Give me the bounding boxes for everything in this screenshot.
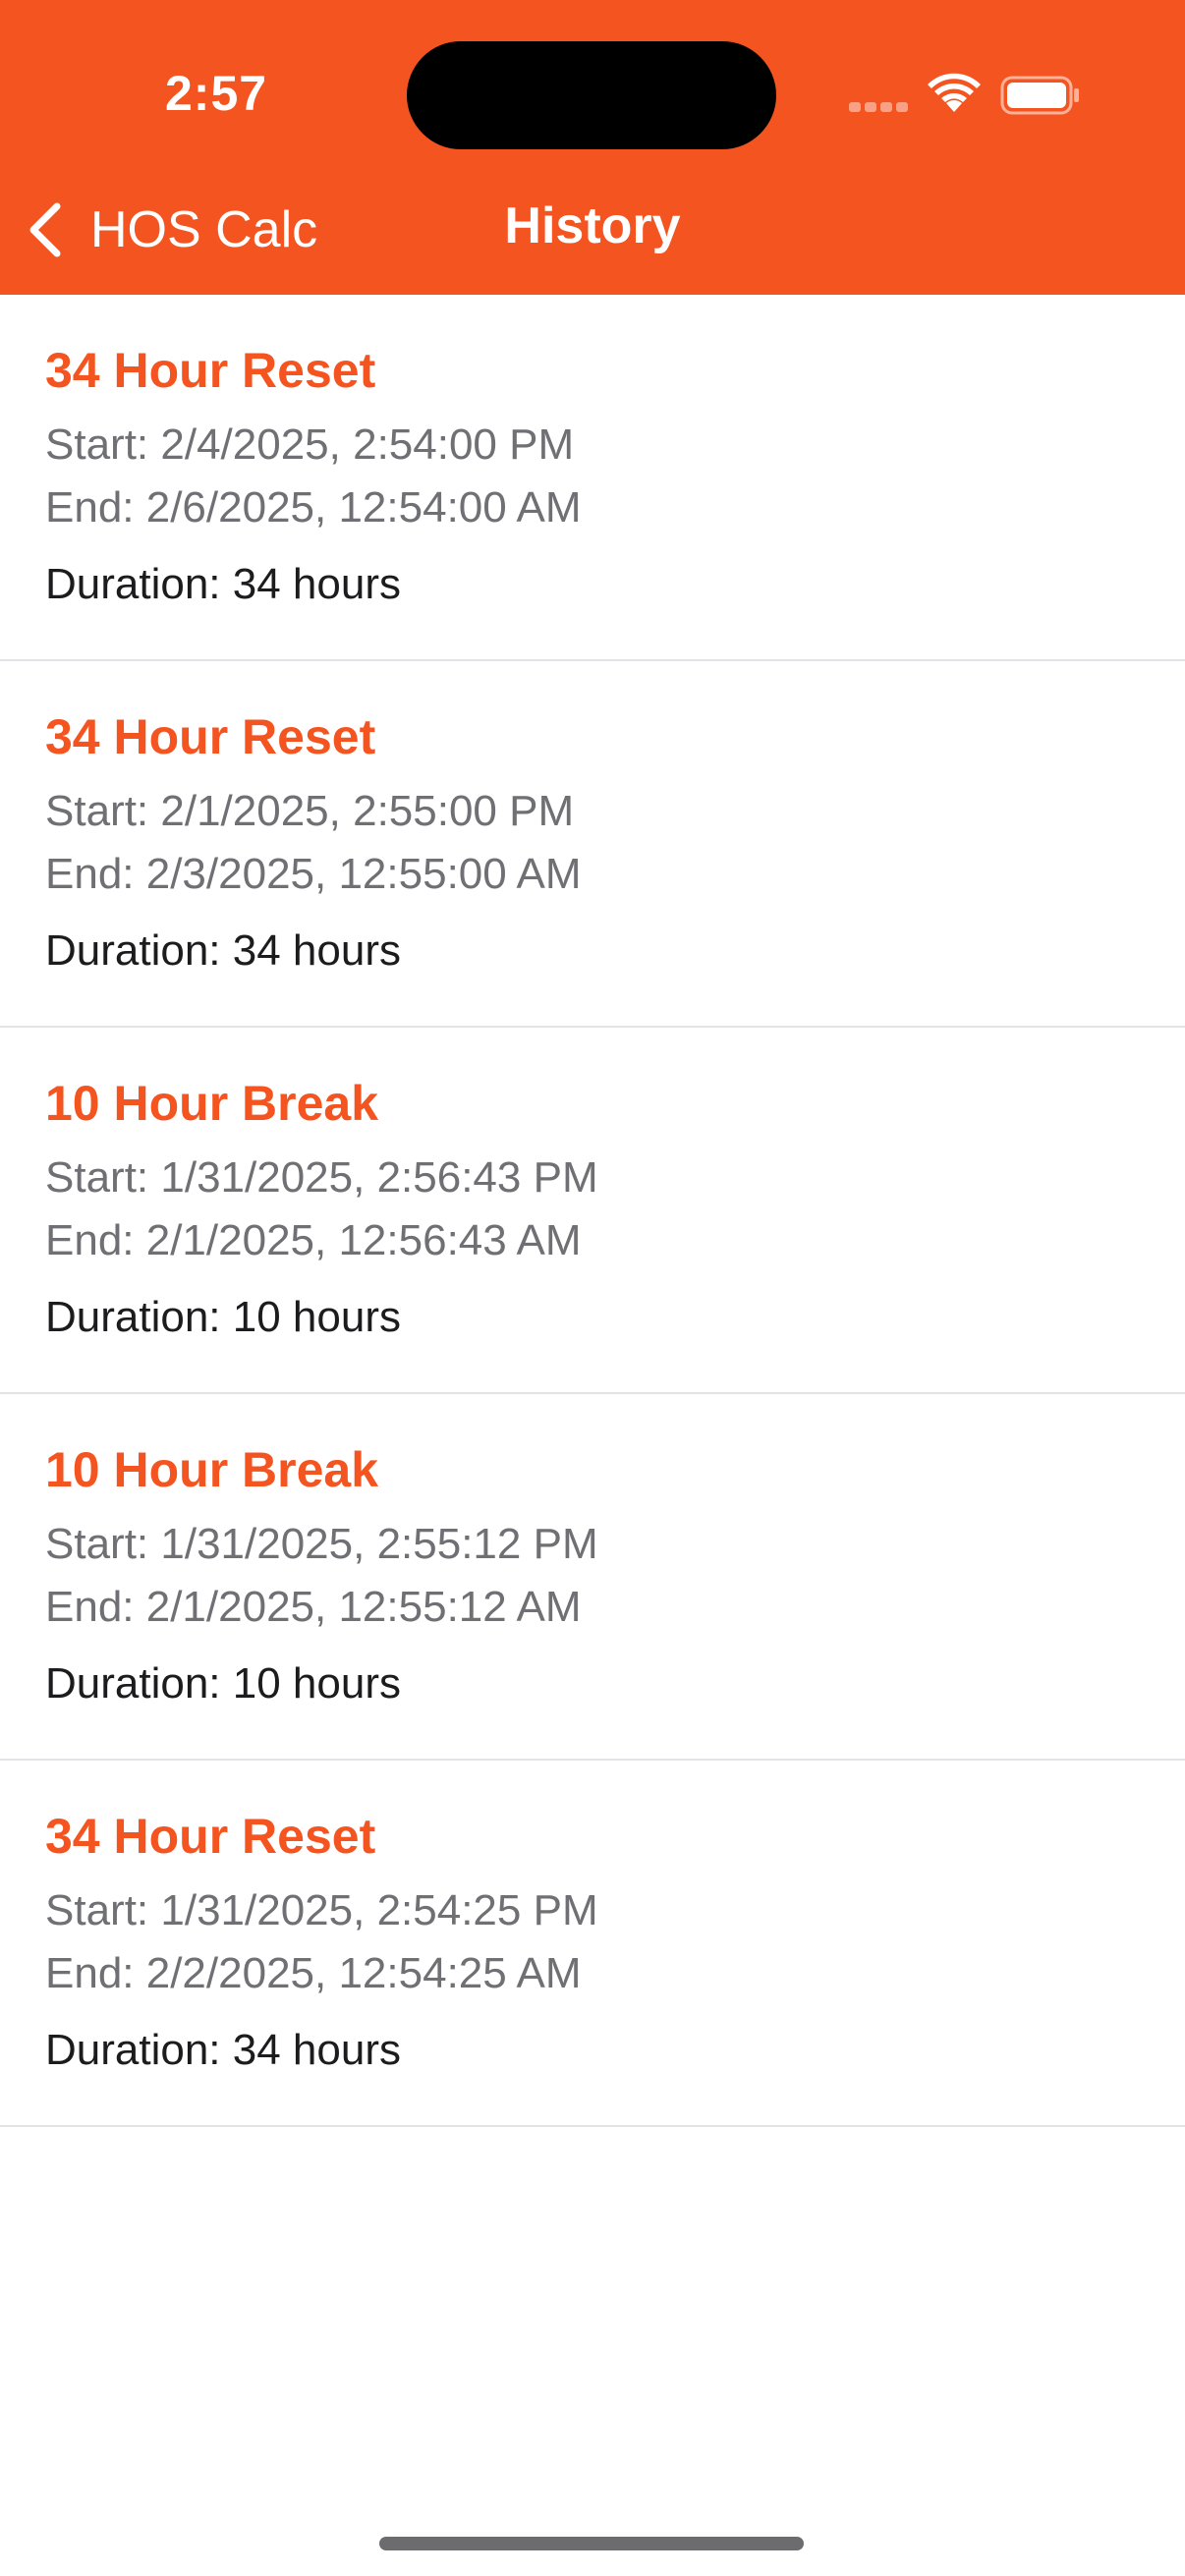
- battery-icon: [1000, 76, 1079, 115]
- history-list-item[interactable]: 10 Hour Break Start: 1/31/2025, 2:56:43 …: [0, 1028, 1185, 1394]
- navigation-header: 2:57 HOS Calc History: [0, 0, 1185, 295]
- history-item-duration: Duration: 34 hours: [45, 926, 401, 975]
- history-item-end: End: 2/1/2025, 12:56:43 AM: [45, 1216, 582, 1264]
- history-list: 34 Hour Reset Start: 2/4/2025, 2:54:00 P…: [0, 295, 1185, 2127]
- history-list-item[interactable]: 34 Hour Reset Start: 2/4/2025, 2:54:00 P…: [0, 295, 1185, 661]
- history-list-item[interactable]: 34 Hour Reset Start: 2/1/2025, 2:55:00 P…: [0, 661, 1185, 1028]
- home-indicator[interactable]: [379, 2537, 804, 2550]
- history-item-duration: Duration: 34 hours: [45, 2026, 401, 2074]
- dynamic-island: [407, 41, 776, 149]
- history-item-start: Start: 1/31/2025, 2:56:43 PM: [45, 1153, 598, 1202]
- cellular-signal-icon: [849, 102, 908, 114]
- history-item-duration: Duration: 34 hours: [45, 560, 401, 608]
- wifi-icon: [928, 73, 981, 112]
- history-item-start: Start: 2/4/2025, 2:54:00 PM: [45, 420, 575, 469]
- history-item-end: End: 2/1/2025, 12:55:12 AM: [45, 1583, 582, 1631]
- history-list-item[interactable]: 34 Hour Reset Start: 1/31/2025, 2:54:25 …: [0, 1761, 1185, 2127]
- status-bar-time: 2:57: [165, 66, 268, 121]
- history-item-title: 34 Hour Reset: [45, 709, 376, 764]
- history-item-end: End: 2/2/2025, 12:54:25 AM: [45, 1949, 582, 1997]
- history-item-title: 34 Hour Reset: [45, 343, 376, 398]
- history-item-duration: Duration: 10 hours: [45, 1659, 401, 1708]
- history-list-item[interactable]: 10 Hour Break Start: 1/31/2025, 2:55:12 …: [0, 1394, 1185, 1761]
- history-item-end: End: 2/6/2025, 12:54:00 AM: [45, 483, 582, 532]
- history-item-title: 34 Hour Reset: [45, 1809, 376, 1864]
- page-title: History: [504, 197, 681, 254]
- history-item-end: End: 2/3/2025, 12:55:00 AM: [45, 850, 582, 898]
- history-item-start: Start: 2/1/2025, 2:55:00 PM: [45, 787, 575, 835]
- history-item-start: Start: 1/31/2025, 2:55:12 PM: [45, 1520, 598, 1568]
- history-item-title: 10 Hour Break: [45, 1442, 379, 1497]
- history-item-duration: Duration: 10 hours: [45, 1293, 401, 1341]
- history-item-start: Start: 1/31/2025, 2:54:25 PM: [45, 1886, 598, 1934]
- history-item-title: 10 Hour Break: [45, 1076, 379, 1131]
